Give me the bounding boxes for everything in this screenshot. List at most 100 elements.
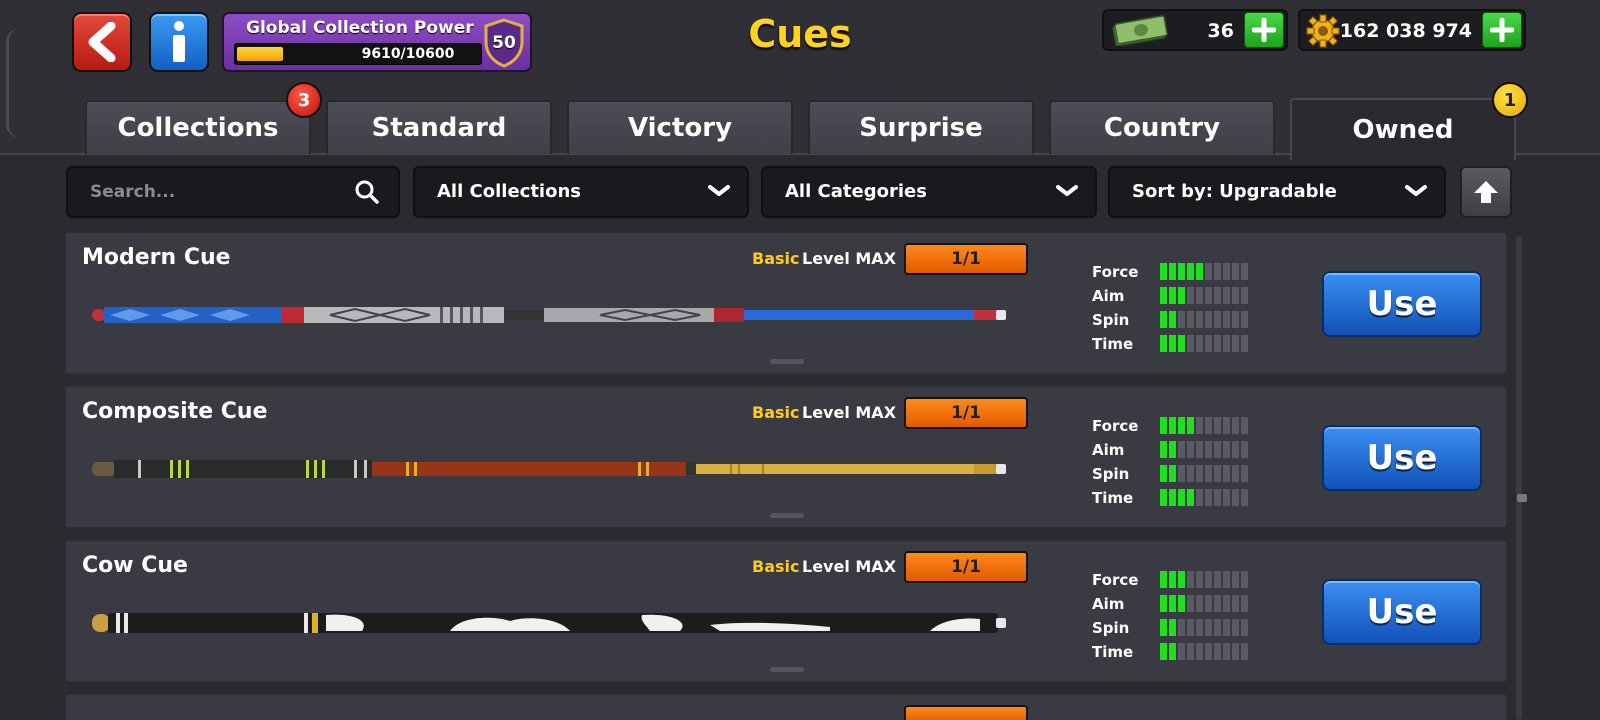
cue-name: Composite Cue — [82, 399, 268, 424]
info-icon — [173, 21, 185, 62]
tab-victory[interactable]: Victory — [567, 100, 793, 154]
stat-segment — [1196, 643, 1203, 660]
stat-spin: Spin — [1092, 617, 1252, 641]
stat-segment — [1178, 643, 1185, 660]
stat-force-bar — [1160, 571, 1248, 588]
stat-segment — [1232, 489, 1239, 506]
stat-segment — [1169, 263, 1176, 280]
search-input[interactable] — [68, 168, 402, 216]
search-icon — [355, 180, 379, 204]
back-button[interactable] — [72, 12, 132, 72]
stat-segment — [1205, 489, 1212, 506]
stat-aim-bar — [1160, 287, 1248, 304]
arrow-up-icon — [1474, 181, 1498, 203]
collection-power-label: Global Collection Power — [246, 18, 474, 38]
collection-power-panel[interactable]: Global Collection Power 9610/10600 50 — [222, 12, 532, 72]
stat-segment — [1187, 619, 1194, 636]
stat-label: Spin — [1092, 311, 1130, 329]
stat-segment — [1241, 287, 1248, 304]
stat-segment — [1187, 441, 1194, 458]
stat-segment — [1223, 311, 1230, 328]
sort-direction-button[interactable] — [1460, 166, 1512, 218]
scrollbar-thumb[interactable] — [1517, 494, 1527, 502]
stat-segment — [1223, 465, 1230, 482]
stat-time-bar — [1160, 489, 1248, 506]
stat-segment — [1205, 465, 1212, 482]
stat-segment — [1187, 595, 1194, 612]
stat-segment — [1178, 619, 1185, 636]
stat-segment — [1223, 441, 1230, 458]
chevron-down-icon — [708, 185, 730, 196]
tab-owned[interactable]: Owned — [1290, 98, 1516, 160]
tab-standard[interactable]: Standard — [326, 100, 552, 154]
cue-rarity: Basic — [752, 249, 800, 268]
coins-value: 162 038 974 — [1339, 20, 1472, 42]
stat-label: Force — [1092, 417, 1139, 435]
stat-segment — [1196, 417, 1203, 434]
stat-time-bar — [1160, 335, 1248, 352]
list-scrollbar[interactable] — [1516, 236, 1522, 720]
card-drag-handle[interactable] — [770, 359, 804, 364]
tab-label: Country — [1103, 113, 1221, 143]
stat-segment — [1178, 263, 1185, 280]
tab-collections[interactable]: Collections — [85, 100, 311, 154]
stat-time-bar — [1160, 643, 1248, 660]
stat-force: Force — [1092, 569, 1252, 593]
stat-spin: Spin — [1092, 463, 1252, 487]
stat-segment — [1196, 571, 1203, 588]
stat-segment — [1214, 619, 1221, 636]
stat-segment — [1160, 595, 1167, 612]
stat-segment — [1169, 643, 1176, 660]
collection-dropdown[interactable]: All Collections — [413, 166, 749, 218]
cue-rarity: Basic — [752, 403, 800, 422]
stat-segment — [1178, 441, 1185, 458]
cue-stats: Force Aim Spin Time — [1092, 261, 1252, 357]
search-box — [66, 166, 402, 218]
cue-level-value: 1/1 — [904, 551, 1028, 583]
stat-segment — [1160, 643, 1167, 660]
cue-level-box-partial — [904, 705, 1028, 720]
stat-segment — [1241, 571, 1248, 588]
stat-segment — [1241, 441, 1248, 458]
stat-segment — [1169, 335, 1176, 352]
modern-cue-image — [92, 307, 1006, 323]
stat-segment — [1196, 595, 1203, 612]
collection-power-bar: 9610/10600 — [234, 43, 482, 65]
category-dropdown[interactable]: All Categories — [761, 166, 1097, 218]
stat-segment — [1232, 287, 1239, 304]
sort-dropdown-value: Sort by: Upgradable — [1132, 181, 1337, 202]
sort-dropdown[interactable]: Sort by: Upgradable — [1108, 166, 1446, 218]
stat-label: Time — [1092, 643, 1134, 661]
add-coins-button[interactable] — [1482, 12, 1522, 48]
stat-segment — [1241, 417, 1248, 434]
info-button[interactable] — [149, 12, 209, 72]
tab-label: Victory — [627, 113, 733, 143]
plus-icon — [1490, 18, 1514, 42]
cash-icon — [1112, 15, 1168, 46]
use-cue-button[interactable]: Use — [1322, 579, 1482, 645]
cow-cue-image — [92, 613, 1006, 633]
composite-cue-image — [92, 460, 1006, 478]
use-cue-button[interactable]: Use — [1322, 425, 1482, 491]
stat-segment — [1214, 595, 1221, 612]
stat-segment — [1169, 311, 1176, 328]
tab-country[interactable]: Country — [1049, 100, 1275, 154]
stat-spin-bar — [1160, 465, 1248, 482]
card-drag-handle[interactable] — [770, 513, 804, 518]
stat-segment — [1223, 643, 1230, 660]
cue-card: Modern Cue Basic Level MAX 1/1 Force Aim… — [64, 231, 1508, 375]
stat-label: Spin — [1092, 619, 1130, 637]
card-drag-handle[interactable] — [770, 667, 804, 672]
stat-segment — [1214, 465, 1221, 482]
use-cue-button[interactable]: Use — [1322, 271, 1482, 337]
stat-label: Time — [1092, 335, 1134, 353]
stat-segment — [1187, 571, 1194, 588]
stat-aim: Aim — [1092, 285, 1252, 309]
stat-segment — [1214, 417, 1221, 434]
stat-segment — [1196, 619, 1203, 636]
stat-segment — [1187, 335, 1194, 352]
tab-surprise[interactable]: Surprise — [808, 100, 1034, 154]
stat-segment — [1160, 489, 1167, 506]
add-cash-button[interactable] — [1244, 12, 1284, 48]
stat-segment — [1160, 441, 1167, 458]
